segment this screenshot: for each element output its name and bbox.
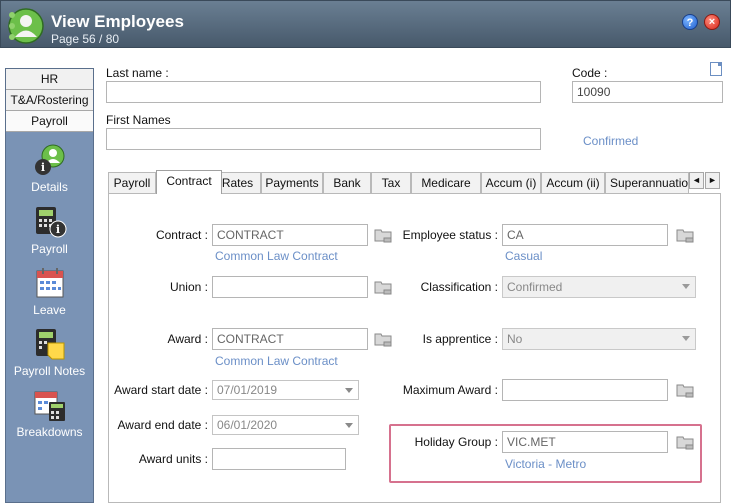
- maximum-award-field[interactable]: [502, 379, 668, 401]
- document-icon[interactable]: [710, 62, 722, 76]
- tab-contract[interactable]: Contract: [156, 170, 222, 194]
- close-icon[interactable]: ×: [704, 14, 720, 30]
- tab-payroll[interactable]: Payroll: [108, 172, 156, 194]
- is-apprentice-label: Is apprentice :: [422, 332, 498, 346]
- calendar-icon: [36, 268, 63, 298]
- nav-item-payroll-notes[interactable]: Payroll Notes: [6, 327, 93, 378]
- contract-label: Contract :: [155, 228, 208, 242]
- maximum-award-label: Maximum Award :: [402, 383, 498, 397]
- classification-select[interactable]: Confirmed: [502, 276, 696, 298]
- union-label: Union :: [169, 280, 208, 294]
- award-link[interactable]: Common Law Contract: [215, 354, 338, 368]
- award-start-date-value: 07/01/2019: [217, 383, 278, 397]
- employee-status-field[interactable]: CA: [502, 224, 668, 246]
- contract-field[interactable]: CONTRACT: [212, 224, 368, 246]
- tab-bank[interactable]: Bank: [323, 172, 371, 194]
- person-info-icon: i: [34, 144, 64, 175]
- tab-accum-ii[interactable]: Accum (ii): [541, 172, 605, 194]
- nav-item-details[interactable]: i Details: [6, 143, 93, 194]
- employee-status-link[interactable]: Casual: [505, 249, 542, 263]
- nav-item-leave[interactable]: Leave: [6, 266, 93, 317]
- employment-status-link[interactable]: Confirmed: [583, 134, 638, 148]
- folder-lookup-icon[interactable]: [676, 227, 694, 243]
- classification-label: Classification :: [420, 280, 498, 294]
- code-field[interactable]: 10090: [572, 81, 723, 103]
- tab-tax[interactable]: Tax: [371, 172, 411, 194]
- tab-superannuation[interactable]: Superannuation: [605, 172, 689, 194]
- nav-item-label: Leave: [33, 303, 66, 317]
- tab-payments[interactable]: Payments: [261, 172, 323, 194]
- folder-lookup-icon[interactable]: [374, 227, 392, 243]
- union-field[interactable]: [212, 276, 368, 298]
- tab-scroll-right-button[interactable]: ►: [705, 172, 720, 189]
- title-bar: View Employees Page 56 / 80 ? ×: [0, 0, 731, 48]
- employee-status-label: Employee status :: [402, 228, 498, 242]
- award-units-field[interactable]: [212, 448, 346, 470]
- chevron-down-icon: [345, 388, 353, 393]
- page-counter: Page 56 / 80: [51, 32, 120, 46]
- nav-item-breakdowns[interactable]: Breakdowns: [6, 388, 93, 439]
- chevron-down-icon: [682, 336, 690, 341]
- svg-text:i: i: [55, 223, 59, 236]
- award-units-label: Award units :: [138, 452, 208, 466]
- nav-tab-ta-rostering[interactable]: T&A/Rostering: [6, 90, 93, 111]
- help-icon[interactable]: ?: [682, 14, 698, 30]
- calculator-note-icon: [35, 329, 64, 360]
- calendar-calculator-icon: [34, 391, 65, 421]
- award-field[interactable]: CONTRACT: [212, 328, 368, 350]
- award-end-date-picker[interactable]: 06/01/2020: [212, 415, 359, 435]
- award-end-date-value: 06/01/2020: [217, 418, 278, 432]
- contract-link[interactable]: Common Law Contract: [215, 249, 338, 263]
- chevron-down-icon: [682, 284, 690, 289]
- nav-item-label: Details: [31, 180, 68, 194]
- last-name-field[interactable]: [106, 81, 541, 103]
- chevron-down-icon: [345, 423, 353, 428]
- award-end-date-label: Award end date :: [117, 418, 208, 432]
- nav-item-payroll[interactable]: i Payroll: [6, 205, 93, 256]
- nav-tab-payroll[interactable]: Payroll: [6, 111, 93, 132]
- folder-lookup-icon[interactable]: [676, 434, 694, 450]
- nav-item-label: Payroll Notes: [13, 364, 86, 378]
- code-label: Code :: [572, 66, 608, 80]
- nav-item-label: Breakdowns: [16, 425, 83, 439]
- is-apprentice-select[interactable]: No: [502, 328, 696, 350]
- nav-item-label: Payroll: [31, 242, 68, 256]
- first-names-label: First Names: [106, 113, 171, 127]
- folder-lookup-icon[interactable]: [374, 331, 392, 347]
- award-label: Award :: [167, 332, 208, 346]
- award-start-date-picker[interactable]: 07/01/2019: [212, 380, 359, 400]
- folder-lookup-icon[interactable]: [374, 279, 392, 295]
- tab-scroll-left-button[interactable]: ◄: [689, 172, 704, 189]
- nav-tab-hr[interactable]: HR: [6, 69, 93, 90]
- is-apprentice-value: No: [507, 332, 523, 346]
- tab-accum-i[interactable]: Accum (i): [481, 172, 541, 194]
- first-names-field[interactable]: [106, 128, 541, 150]
- holiday-group-label: Holiday Group :: [414, 435, 498, 449]
- last-name-label: Last name :: [106, 66, 169, 80]
- employees-logo-icon: [8, 8, 44, 44]
- holiday-group-link[interactable]: Victoria - Metro: [505, 457, 586, 471]
- holiday-group-field[interactable]: VIC.MET: [502, 431, 668, 453]
- window-title: View Employees: [51, 12, 184, 31]
- award-start-date-label: Award start date :: [114, 383, 208, 397]
- left-navigation: HR T&A/Rostering Payroll i Details i Pay…: [5, 68, 94, 503]
- classification-value: Confirmed: [507, 280, 563, 294]
- folder-lookup-icon[interactable]: [676, 382, 694, 398]
- calculator-info-icon: i: [35, 207, 66, 238]
- tab-medicare[interactable]: Medicare: [411, 172, 481, 194]
- svg-text:i: i: [40, 161, 44, 174]
